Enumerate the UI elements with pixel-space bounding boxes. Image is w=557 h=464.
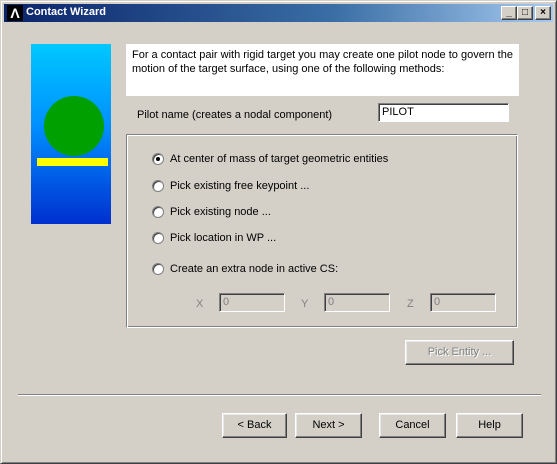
method-option-center-of-mass[interactable]: At center of mass of target geometric en… [152, 152, 388, 166]
pilot-body-circle [44, 96, 104, 156]
target-surface-bar [37, 158, 108, 166]
next-button[interactable]: Next > [295, 413, 362, 438]
back-button[interactable]: < Back [222, 413, 287, 438]
separator [18, 394, 541, 396]
z-coord-label: Z [407, 298, 414, 310]
contact-wizard-window: Λ Contact Wizard _ □ × For a contact pai… [0, 0, 557, 464]
y-coord-label: Y [301, 298, 309, 310]
method-label: Pick existing free keypoint ... [170, 180, 310, 192]
radio-button[interactable] [152, 232, 164, 244]
title-bar[interactable]: Λ Contact Wizard _ □ × [4, 4, 553, 22]
cancel-button[interactable]: Cancel [379, 413, 446, 438]
x-coord-label: X [196, 298, 204, 310]
radio-button-selected[interactable] [152, 153, 164, 165]
y-coord-input[interactable]: 0 [324, 293, 390, 312]
pilot-name-label: Pilot name (creates a nodal component) [137, 109, 333, 121]
rigid-target-graphic [37, 96, 108, 166]
method-label: Pick location in WP ... [170, 232, 277, 244]
radio-button[interactable] [152, 263, 164, 275]
method-option-extra-node[interactable]: Create an extra node in active CS: [152, 262, 338, 276]
radio-button[interactable] [152, 206, 164, 218]
close-button[interactable]: × [535, 6, 551, 20]
z-coord-input[interactable]: 0 [430, 293, 496, 312]
method-option-existing-node[interactable]: Pick existing node ... [152, 205, 271, 219]
method-label: Create an extra node in active CS: [170, 263, 339, 275]
method-label: At center of mass of target geometric en… [170, 153, 389, 165]
pilot-name-input[interactable]: PILOT [378, 103, 509, 122]
method-option-location-wp[interactable]: Pick location in WP ... [152, 231, 276, 245]
pilot-node-illustration [31, 44, 111, 224]
window-title: Contact Wizard [26, 6, 106, 18]
x-coord-input[interactable]: 0 [219, 293, 285, 312]
method-option-free-keypoint[interactable]: Pick existing free keypoint ... [152, 179, 309, 193]
method-label: Pick existing node ... [170, 206, 271, 218]
ansys-logo-icon: Λ [7, 5, 23, 21]
pick-entity-button[interactable]: Pick Entity ... [405, 340, 514, 365]
description-text: For a contact pair with rigid target you… [126, 44, 519, 96]
radio-button[interactable] [152, 180, 164, 192]
minimize-button[interactable]: _ [501, 6, 517, 20]
help-button[interactable]: Help [456, 413, 523, 438]
maximize-button[interactable]: □ [517, 6, 533, 20]
